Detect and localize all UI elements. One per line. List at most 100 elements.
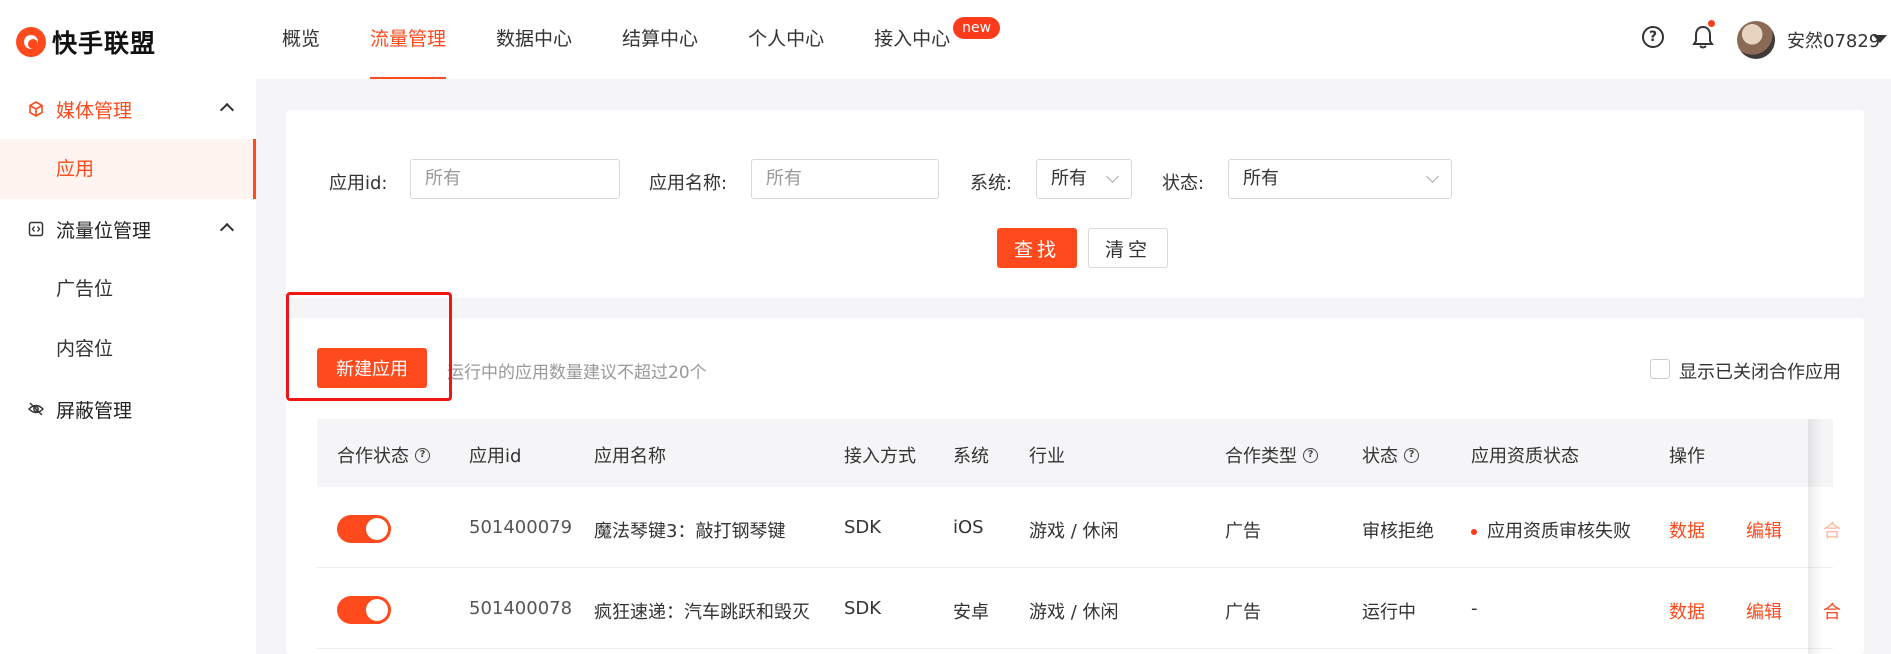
code-box-icon	[28, 221, 44, 237]
brand-name: 快手联盟	[52, 29, 157, 58]
cell-app-id: 501400079	[469, 517, 573, 538]
col-status: 状态 ?	[1362, 442, 1419, 468]
cell-status: 审核拒绝	[1362, 521, 1434, 542]
nav-data-center[interactable]: 数据中心	[496, 0, 572, 79]
bell-icon[interactable]	[1692, 24, 1714, 50]
col-coop-status-label: 合作状态	[337, 446, 409, 467]
app-id-placeholder: 所有	[425, 168, 461, 189]
col-app-name: 应用名称	[594, 446, 666, 467]
error-dot-icon	[1471, 529, 1477, 535]
col-actions: 操作	[1669, 446, 1705, 467]
highlight-annotation	[286, 292, 452, 401]
chevron-down-icon	[1426, 170, 1439, 183]
cell-status: 运行中	[1362, 602, 1416, 623]
app-count-hint: 运行中的应用数量建议不超过20个	[447, 363, 707, 383]
eye-off-icon	[28, 402, 44, 416]
sidebar-group-slot[interactable]: 流量位管理	[0, 199, 256, 259]
clear-button[interactable]: 清空	[1088, 228, 1168, 268]
sidebar-item-app[interactable]: 应用	[0, 139, 256, 199]
main-nav: 概览 流量管理 数据中心 结算中心 个人中心 接入中心 new	[282, 0, 1001, 79]
col-qual-status: 应用资质状态	[1471, 446, 1579, 467]
search-button[interactable]: 查找	[997, 228, 1077, 268]
question-icon[interactable]: ?	[1404, 447, 1419, 463]
table-row: 501400078 疯狂速递：汽车跳跃和毁灭 SDK 安卓 游戏 / 休闲 广告…	[317, 568, 1841, 649]
data-link[interactable]: 数据	[1669, 598, 1705, 624]
edit-link[interactable]: 编辑	[1746, 598, 1782, 624]
coop-link[interactable]: 合	[1823, 598, 1841, 624]
chevron-down-icon	[1106, 170, 1119, 183]
app-id-input[interactable]: 所有	[410, 159, 620, 199]
cell-qual-status: -	[1471, 598, 1478, 619]
system-select-value: 所有	[1051, 168, 1087, 189]
sidebar-group-slot-label: 流量位管理	[56, 219, 152, 242]
nav-traffic-management[interactable]: 流量管理	[370, 0, 447, 79]
cell-system: iOS	[953, 517, 984, 538]
col-coop-type: 合作类型 ?	[1225, 442, 1318, 468]
system-label: 系统:	[970, 173, 1013, 194]
help-icon[interactable]: ?	[1642, 26, 1664, 48]
sidebar-group-media[interactable]: 媒体管理	[0, 79, 256, 139]
nav-personal-center[interactable]: 个人中心	[748, 0, 824, 79]
question-icon[interactable]: ?	[415, 447, 430, 463]
chevron-up-icon	[219, 102, 235, 118]
show-closed-label[interactable]: 显示已关闭合作应用	[1679, 358, 1841, 384]
col-industry: 行业	[1029, 446, 1065, 467]
question-icon[interactable]: ?	[1303, 447, 1318, 463]
notification-dot	[1708, 20, 1715, 27]
sidebar-item-content-slot[interactable]: 内容位	[0, 319, 256, 379]
col-app-id: 应用id	[469, 446, 522, 467]
chevron-up-icon	[219, 222, 235, 238]
cell-app-name: 魔法琴键3：敲打钢琴键	[594, 521, 786, 542]
cube-icon	[29, 101, 43, 117]
col-access: 接入方式	[844, 446, 916, 467]
table-scroll-shadow	[1808, 419, 1822, 654]
status-select-value: 所有	[1243, 168, 1279, 189]
username[interactable]: 安然07829	[1787, 27, 1880, 53]
cell-app-name: 疯狂速递：汽车跳跃和毁灭	[594, 602, 810, 623]
brand-logo[interactable]: 快手联盟	[16, 24, 156, 60]
sidebar-group-block[interactable]: 屏蔽管理	[0, 379, 256, 439]
new-badge: new	[953, 17, 1001, 39]
app-list-panel: 新建应用 运行中的应用数量建议不超过20个 显示已关闭合作应用 合作状态 ? 应…	[286, 318, 1864, 654]
table-header: 合作状态 ? 应用id 应用名称 接入方式 系统 行业 合作类型 ? 状态 ? …	[317, 419, 1833, 487]
app-name-label: 应用名称:	[649, 173, 728, 194]
top-navbar: 快手联盟 概览 流量管理 数据中心 结算中心 个人中心 接入中心 new ? 安…	[0, 0, 1891, 79]
sidebar: 媒体管理 应用 流量位管理 广告位 内容位 屏蔽管理	[0, 79, 256, 654]
coop-status-toggle[interactable]	[337, 596, 391, 624]
col-coop-type-label: 合作类型	[1225, 446, 1297, 467]
kuaishou-logo-icon	[16, 27, 46, 57]
cell-app-id: 501400078	[469, 598, 573, 619]
data-link[interactable]: 数据	[1669, 517, 1705, 543]
sidebar-group-media-label: 媒体管理	[56, 99, 133, 122]
system-select[interactable]: 所有	[1036, 159, 1132, 199]
cell-system: 安卓	[953, 602, 989, 623]
table-row: 501400079 魔法琴键3：敲打钢琴键 SDK iOS 游戏 / 休闲 广告…	[317, 487, 1841, 568]
app-name-placeholder: 所有	[766, 168, 802, 189]
status-label: 状态:	[1162, 173, 1205, 194]
nav-overview[interactable]: 概览	[282, 0, 320, 79]
nav-settlement-center[interactable]: 结算中心	[622, 0, 698, 79]
cell-industry: 游戏 / 休闲	[1029, 521, 1119, 542]
nav-access-center[interactable]: 接入中心 new	[874, 0, 1001, 79]
col-system: 系统	[953, 446, 989, 467]
col-status-label: 状态	[1362, 446, 1398, 467]
edit-link[interactable]: 编辑	[1746, 517, 1782, 543]
coop-status-toggle[interactable]	[337, 515, 391, 543]
cell-qual-status: 应用资质审核失败	[1471, 517, 1631, 543]
cell-coop-type: 广告	[1225, 521, 1261, 542]
show-closed-checkbox[interactable]	[1650, 359, 1670, 379]
cell-industry: 游戏 / 休闲	[1029, 602, 1119, 623]
app-name-input[interactable]: 所有	[751, 159, 939, 199]
cell-qual-status-text: 应用资质审核失败	[1487, 521, 1631, 542]
cell-access: SDK	[844, 517, 882, 538]
status-select[interactable]: 所有	[1228, 159, 1452, 199]
filter-panel: 应用id: 所有 应用名称: 所有 系统: 所有 状态: 所有 查找 清空	[286, 110, 1864, 298]
sidebar-group-block-label: 屏蔽管理	[56, 399, 133, 422]
col-coop-status: 合作状态 ?	[337, 442, 430, 468]
nav-access-center-label: 接入中心	[874, 28, 951, 50]
cell-access: SDK	[844, 598, 882, 619]
sidebar-item-ad-slot[interactable]: 广告位	[0, 259, 256, 319]
avatar[interactable]	[1737, 21, 1775, 59]
coop-link[interactable]: 合	[1823, 517, 1841, 543]
caret-down-icon[interactable]	[1873, 35, 1887, 43]
